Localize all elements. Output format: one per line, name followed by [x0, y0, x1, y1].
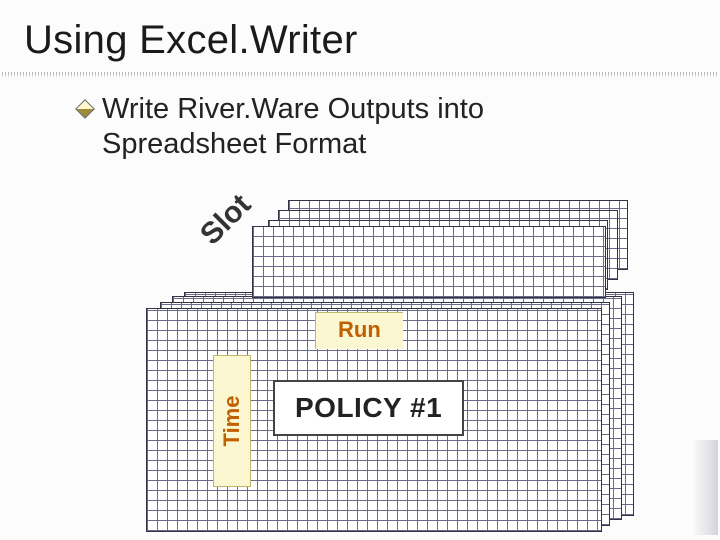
slot-axis-label: Slot	[194, 188, 258, 252]
slide: Using Excel.Writer Write River.Ware Outp…	[0, 0, 720, 540]
right-shade	[692, 440, 718, 535]
slide-title: Using Excel.Writer	[24, 18, 358, 63]
time-axis-label: Time	[219, 396, 245, 447]
time-axis-box: Time	[213, 355, 251, 487]
slot-sheet-front	[252, 226, 606, 298]
diamond-bullet-icon	[75, 99, 95, 119]
bullet-text: Write River.Ware Outputs into Spreadshee…	[102, 92, 638, 163]
bullet-item: Write River.Ware Outputs into Spreadshee…	[78, 92, 638, 163]
policy-label-box: POLICY #1	[273, 380, 464, 436]
run-axis-label: Run	[315, 312, 403, 349]
title-underline-shadow	[2, 75, 718, 77]
